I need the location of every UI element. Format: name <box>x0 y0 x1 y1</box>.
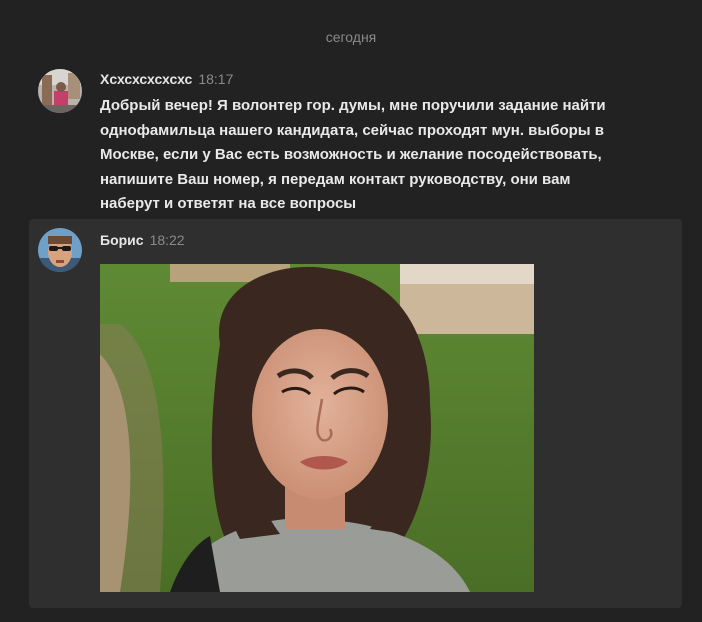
avatar[interactable] <box>38 69 82 113</box>
avatar-photo <box>38 69 82 113</box>
message-text-line: Добрый вечер! Я волонтер гор. думы, мне … <box>100 97 606 114</box>
message-text-line: напишите Ваш номер, я передам контакт ру… <box>100 170 571 188</box>
message-highlighted[interactable]: Борис 18:22 <box>29 219 682 608</box>
message-text-line: однофамильца нашего кандидата, сейчас пр… <box>100 121 604 139</box>
message-text-line: наберут и ответят на все вопросы <box>100 195 357 212</box>
message-time[interactable]: 18:22 <box>150 232 185 248</box>
date-separator: сегодня <box>325 29 377 45</box>
message-text: Добрый вечер! Я волонтер гор. думы, мне … <box>100 94 640 217</box>
woman-photo <box>100 264 534 592</box>
message[interactable]: Хсхсхсхсхсхс 18:17 Добрый вечер! Я волонт… <box>0 60 702 212</box>
author-name[interactable]: Хсхсхсхсхсхс <box>100 71 192 87</box>
photo-attachment[interactable] <box>100 264 534 592</box>
message-header: Хсхсхсхсхсхс 18:17 <box>100 71 233 87</box>
message-header: Борис 18:22 <box>100 232 185 248</box>
avatar-photo <box>38 228 82 272</box>
message-text-line: Москве, если у Вас есть возможность и же… <box>100 146 602 163</box>
chat-history: сегодня Хсхсхсхсхсхс 18:17 Добрый вечер! … <box>0 0 702 622</box>
message-time[interactable]: 18:17 <box>198 71 233 87</box>
author-name[interactable]: Борис <box>100 232 144 248</box>
avatar[interactable] <box>38 228 82 272</box>
